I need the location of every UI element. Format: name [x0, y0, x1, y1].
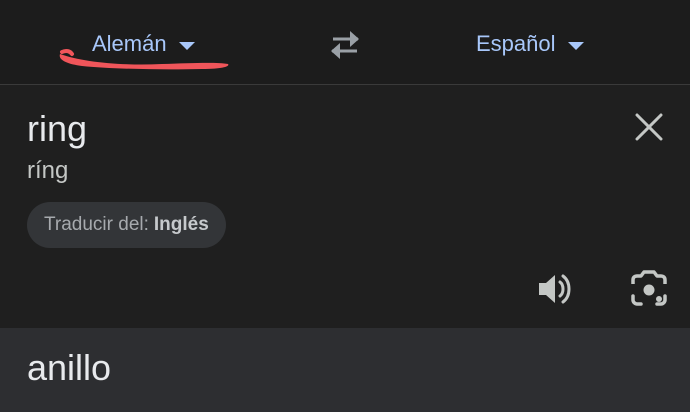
- swap-horizontal-icon: [331, 31, 359, 59]
- camera-lens-icon: [631, 270, 667, 306]
- target-language-label: Español: [476, 31, 556, 56]
- clear-input-button[interactable]: [630, 108, 668, 146]
- listen-button[interactable]: [534, 268, 576, 310]
- speaker-icon: [539, 274, 571, 304]
- translation-output-text: anillo: [27, 347, 112, 388]
- detect-prefix-label: Traducir del:: [44, 214, 149, 235]
- red-underline-annotation: [59, 48, 229, 70]
- detected-language-label: Inglés: [153, 214, 209, 235]
- transliteration-text: ríng: [27, 157, 69, 184]
- source-text-input[interactable]: ring: [27, 107, 87, 151]
- swap-languages-button[interactable]: [325, 27, 365, 61]
- camera-lens-button[interactable]: [628, 268, 670, 310]
- target-language-selector[interactable]: Español: [476, 27, 584, 61]
- close-icon: [635, 113, 663, 141]
- detected-language-chip[interactable]: Traducir del: Inglés: [27, 202, 226, 248]
- caret-down-icon: [567, 41, 584, 50]
